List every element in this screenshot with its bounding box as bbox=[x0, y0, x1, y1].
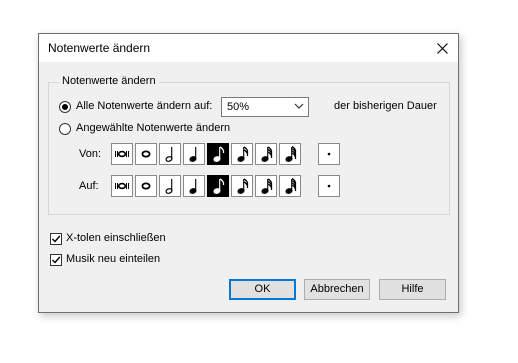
to-label: Auf: bbox=[79, 180, 99, 192]
checkmark-icon bbox=[52, 256, 61, 264]
sixteenth-note-icon bbox=[232, 144, 252, 164]
quarter-note-icon bbox=[184, 176, 204, 196]
change-note-values-dialog: Notenwerte ändern Notenwerte ändern Alle… bbox=[38, 33, 459, 313]
thirtysecond-note-icon bbox=[256, 176, 276, 196]
breve-icon bbox=[112, 176, 132, 196]
to-breve-button[interactable] bbox=[111, 175, 133, 197]
close-icon bbox=[436, 42, 448, 54]
radio-selected-note-values[interactable] bbox=[59, 123, 71, 135]
to-half-button[interactable] bbox=[159, 175, 181, 197]
percent-value: 50% bbox=[227, 101, 250, 113]
dot-icon bbox=[319, 176, 339, 196]
radio-selected-label: Angewählte Notenwerte ändern bbox=[76, 122, 231, 134]
rebar-label: Musik neu einteilen bbox=[66, 253, 161, 265]
from-whole-button[interactable] bbox=[135, 143, 157, 165]
chevron-down-icon bbox=[294, 103, 304, 109]
eighth-note-icon bbox=[208, 176, 228, 196]
dot-icon bbox=[319, 144, 339, 164]
radio-all-note-values[interactable] bbox=[59, 101, 71, 113]
from-breve-button[interactable] bbox=[111, 143, 133, 165]
close-button[interactable] bbox=[426, 34, 458, 62]
sixteenth-note-icon bbox=[232, 176, 252, 196]
eighth-note-icon bbox=[208, 144, 228, 164]
to-sixteenth-button[interactable] bbox=[231, 175, 253, 197]
whole-note-icon bbox=[136, 144, 156, 164]
percent-dropdown[interactable]: 50% bbox=[221, 97, 309, 117]
to-thirty-second-button[interactable] bbox=[255, 175, 277, 197]
group-label: Notenwerte ändern bbox=[59, 75, 159, 87]
from-label: Von: bbox=[79, 148, 102, 160]
tuplets-label: X-tolen einschließen bbox=[66, 232, 166, 244]
from-eighth-button[interactable] bbox=[207, 143, 229, 165]
from-half-button[interactable] bbox=[159, 143, 181, 165]
from-quarter-button[interactable] bbox=[183, 143, 205, 165]
thirtysecond-note-icon bbox=[256, 144, 276, 164]
tuplets-checkbox[interactable] bbox=[50, 233, 62, 245]
radio-all-label: Alle Notenwerte ändern auf: bbox=[76, 100, 213, 112]
breve-icon bbox=[112, 144, 132, 164]
duration-suffix: der bisherigen Dauer bbox=[334, 100, 437, 112]
cancel-button[interactable]: Abbrechen bbox=[304, 279, 370, 300]
whole-note-icon bbox=[136, 176, 156, 196]
from-dot-button[interactable] bbox=[318, 143, 340, 165]
to-whole-button[interactable] bbox=[135, 175, 157, 197]
from-sixty-fourth-button[interactable] bbox=[279, 143, 301, 165]
dialog-title: Notenwerte ändern bbox=[48, 41, 151, 55]
sixtyfourth-note-icon bbox=[280, 144, 300, 164]
from-thirty-second-button[interactable] bbox=[255, 143, 277, 165]
title-bar: Notenwerte ändern bbox=[39, 34, 458, 62]
to-sixty-fourth-button[interactable] bbox=[279, 175, 301, 197]
to-quarter-button[interactable] bbox=[183, 175, 205, 197]
ok-button[interactable]: OK bbox=[229, 279, 296, 300]
help-button[interactable]: Hilfe bbox=[379, 279, 446, 300]
sixtyfourth-note-icon bbox=[280, 176, 300, 196]
quarter-note-icon bbox=[184, 144, 204, 164]
half-note-icon bbox=[160, 144, 180, 164]
half-note-icon bbox=[160, 176, 180, 196]
from-sixteenth-button[interactable] bbox=[231, 143, 253, 165]
to-dot-button[interactable] bbox=[318, 175, 340, 197]
to-eighth-button[interactable] bbox=[207, 175, 229, 197]
checkmark-icon bbox=[52, 235, 61, 243]
rebar-checkbox[interactable] bbox=[50, 254, 62, 266]
